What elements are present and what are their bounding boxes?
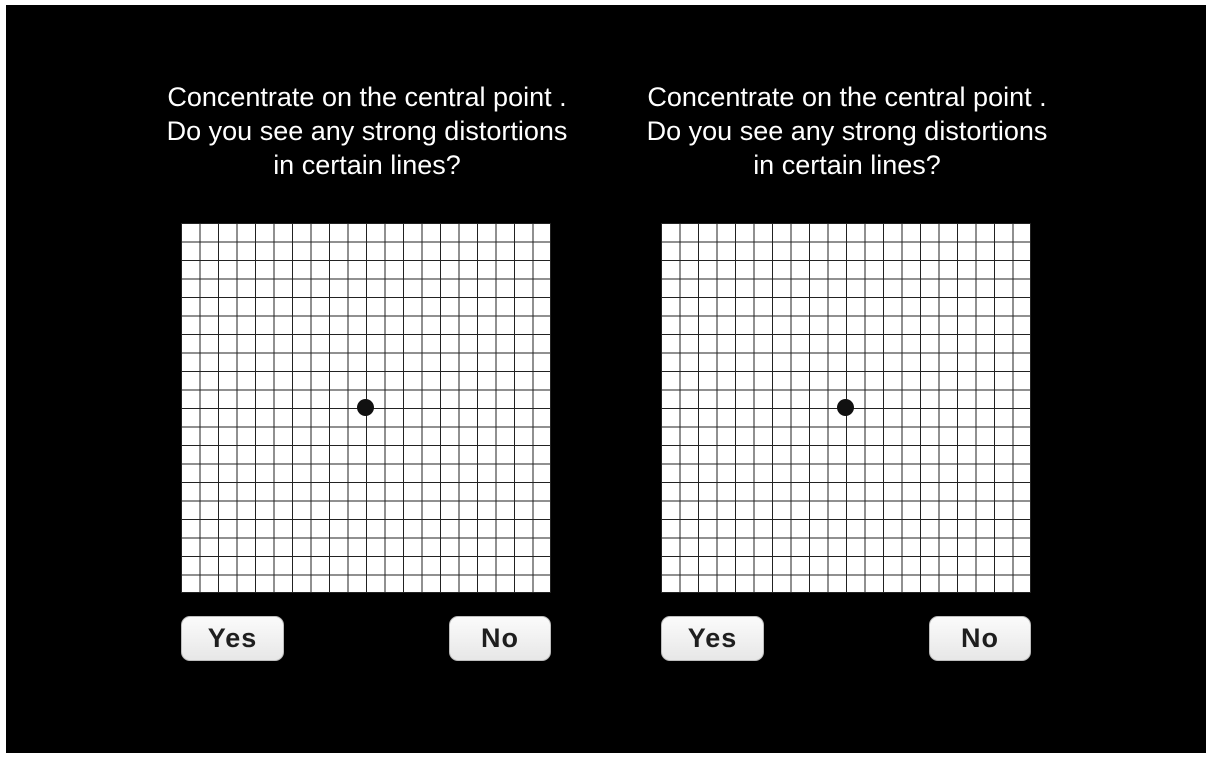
test-screen: Concentrate on the central point . Do yo…: [6, 5, 1206, 753]
instruction-line-2: Do you see any strong distortions: [646, 116, 1048, 146]
instruction-line-3: in certain lines?: [753, 150, 941, 180]
no-button[interactable]: No: [929, 616, 1031, 661]
instruction-line-3: in certain lines?: [273, 150, 461, 180]
instruction-text: Concentrate on the central point . Do yo…: [137, 80, 597, 182]
amsler-grid: [181, 223, 551, 593]
instruction-line-2: Do you see any strong distortions: [166, 116, 568, 146]
central-point: [357, 399, 374, 416]
yes-button[interactable]: Yes: [661, 616, 764, 661]
no-button[interactable]: No: [449, 616, 551, 661]
instruction-text: Concentrate on the central point . Do yo…: [617, 80, 1077, 182]
left-eye-panel: Concentrate on the central point . Do yo…: [137, 5, 597, 753]
right-eye-panel: Concentrate on the central point . Do yo…: [617, 5, 1077, 753]
yes-button[interactable]: Yes: [181, 616, 284, 661]
instruction-line-1: Concentrate on the central point .: [647, 82, 1047, 112]
amsler-grid: [661, 223, 1031, 593]
central-point: [837, 399, 854, 416]
instruction-line-1: Concentrate on the central point .: [167, 82, 567, 112]
